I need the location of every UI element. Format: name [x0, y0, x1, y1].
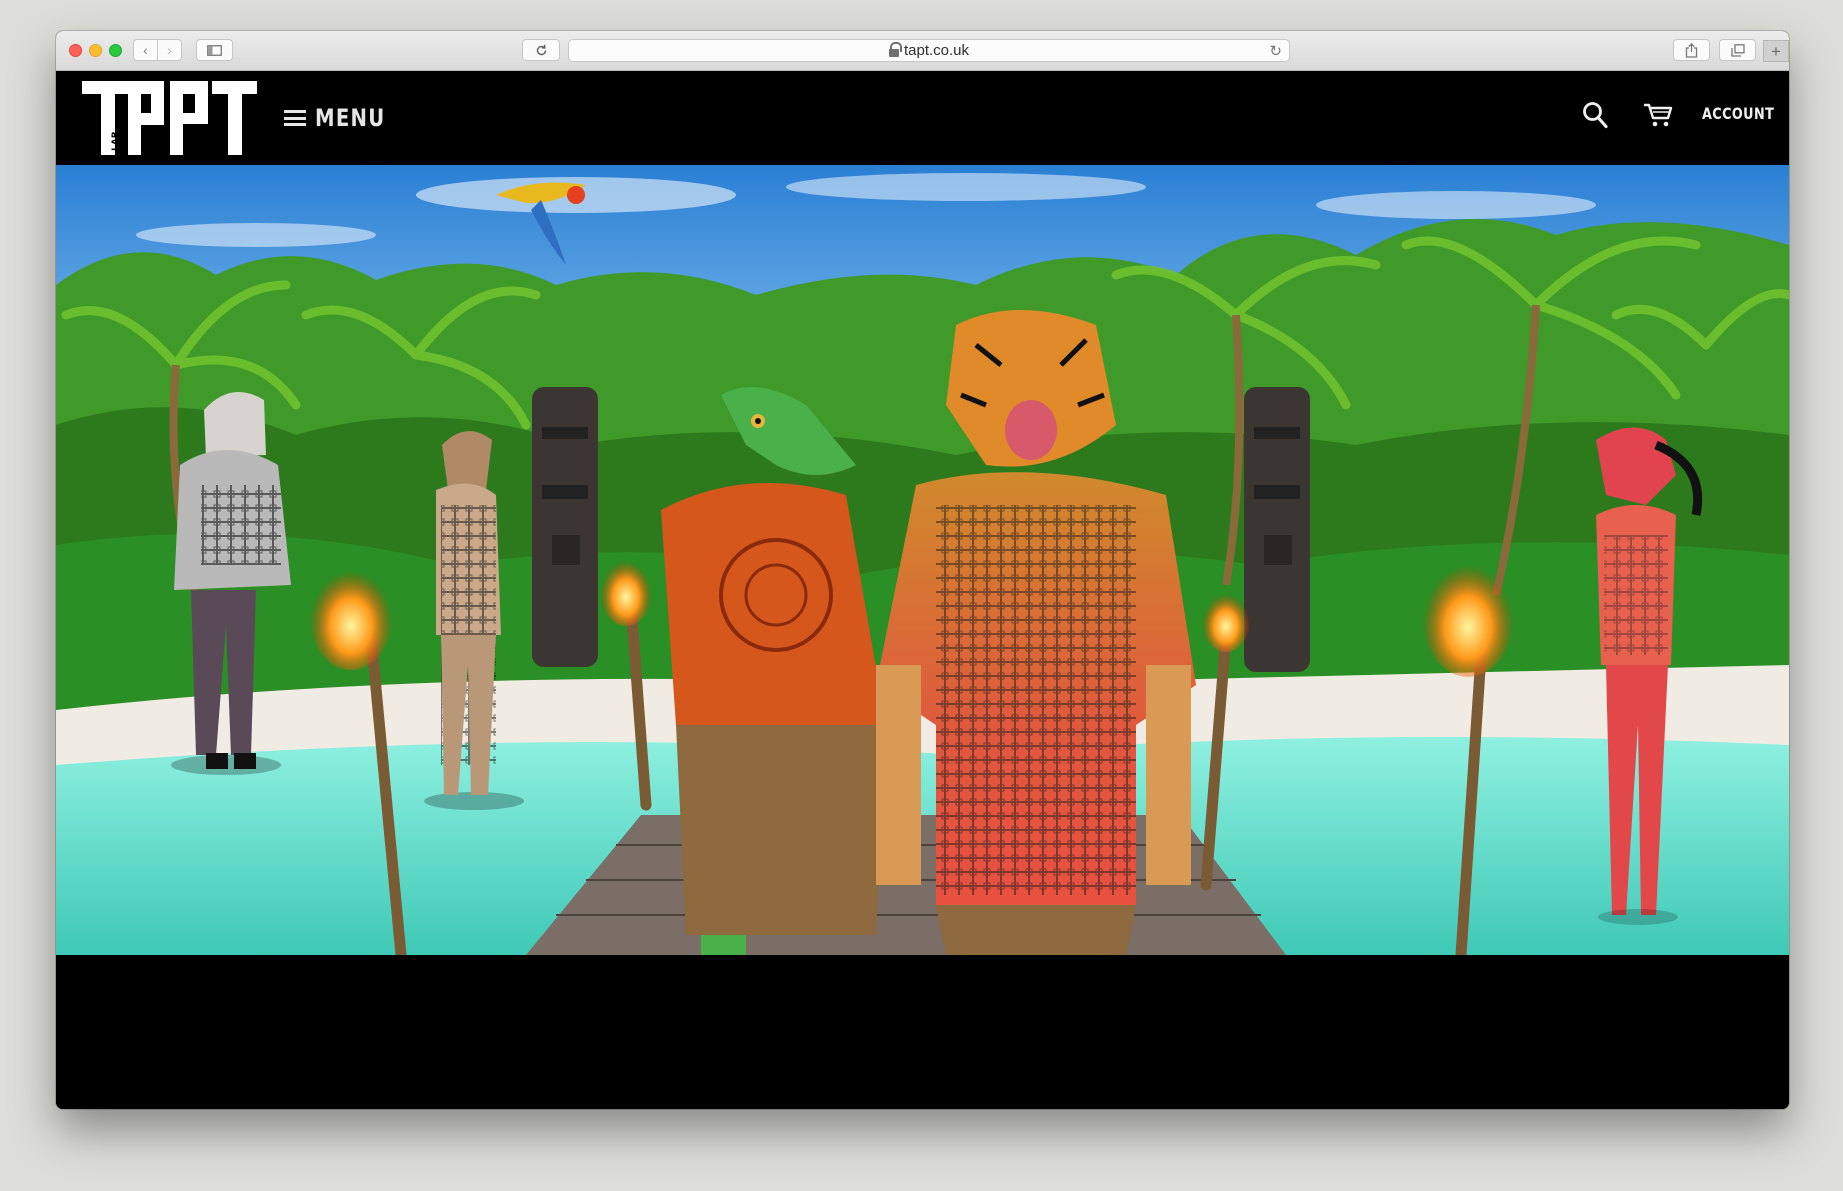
back-button[interactable]: ‹ [133, 39, 158, 61]
zoom-window-button[interactable] [109, 44, 122, 57]
search-icon[interactable] [1582, 101, 1608, 129]
page-body-below-hero [56, 955, 1789, 1109]
hamburger-icon [284, 110, 306, 126]
account-link[interactable]: ACCOUNT [1702, 104, 1774, 123]
reload-icon[interactable]: ↻ [1269, 42, 1282, 60]
chevron-left-icon: ‹ [143, 42, 148, 58]
chevron-right-icon: › [167, 42, 172, 58]
sidebar-toggle-button[interactable] [196, 39, 233, 61]
sidebar-icon [207, 44, 222, 56]
new-tab-button[interactable]: + [1763, 40, 1789, 62]
menu-label: MENU [315, 104, 386, 132]
tapt-logo[interactable]: LAB [82, 79, 257, 157]
share-button[interactable] [1673, 39, 1710, 61]
hero-image [56, 165, 1789, 955]
minimize-window-button[interactable] [89, 44, 102, 57]
browser-window: ‹ › tapt.co.uk ↻ + LAB MENU ACCOUNT [56, 31, 1789, 1109]
hero-banner[interactable] [56, 165, 1789, 955]
reload-icon [536, 44, 546, 55]
svg-text:LAB: LAB [111, 131, 121, 151]
close-window-button[interactable] [69, 44, 82, 57]
reader-reload-button[interactable] [522, 39, 560, 61]
address-bar[interactable]: tapt.co.uk ↻ [568, 39, 1290, 62]
tiki-statue-left [532, 387, 598, 667]
menu-button[interactable]: MENU [284, 104, 401, 132]
tiki-statue-right [1244, 387, 1310, 672]
show-tabs-button[interactable] [1719, 39, 1756, 61]
cart-icon[interactable] [1643, 102, 1673, 129]
share-icon [1685, 42, 1698, 58]
url-text: tapt.co.uk [903, 42, 970, 59]
browser-toolbar: ‹ › tapt.co.uk ↻ + [56, 31, 1789, 71]
lock-icon [888, 41, 902, 58]
tabs-icon [1730, 43, 1745, 57]
forward-button[interactable]: › [157, 39, 182, 61]
site-header: LAB MENU ACCOUNT [56, 71, 1789, 165]
